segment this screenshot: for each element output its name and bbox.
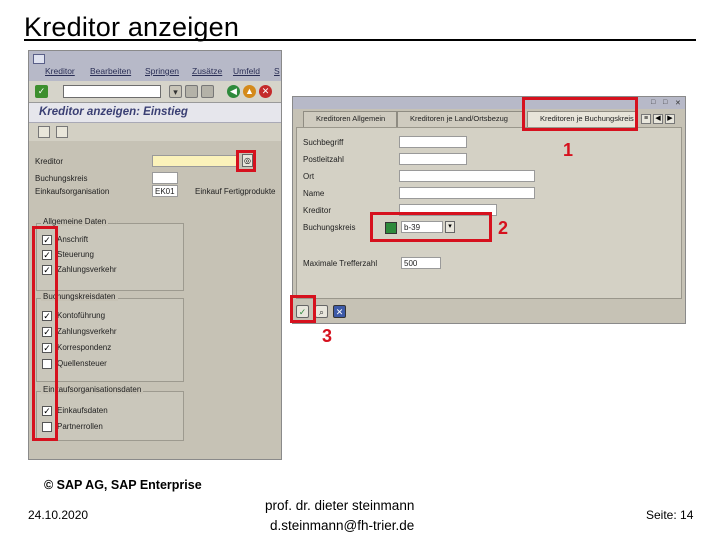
standard-toolbar: ✓ ▾ ◀ ▲ ✕	[29, 81, 281, 103]
ort-input[interactable]	[399, 170, 535, 182]
document-icon[interactable]	[56, 126, 68, 138]
multiple-selection-icon[interactable]: ⌕	[315, 305, 328, 318]
name-input[interactable]	[399, 187, 535, 199]
checkbox-label: Zahlungsverkehr	[57, 265, 117, 274]
marker-2: 2	[498, 218, 509, 238]
screen-title: Kreditor anzeigen: Einstieg	[39, 106, 188, 118]
menu-zusaetze[interactable]: Zusätze	[192, 66, 222, 76]
checkbox-label: Anschrift	[57, 235, 89, 244]
einkaufsorg-label: Einkaufsorganisation	[35, 187, 110, 196]
kreditor-label: Kreditor	[35, 157, 64, 166]
checkbox-label: Partnerrollen	[57, 422, 103, 431]
buchungskreis-input[interactable]	[152, 172, 178, 184]
highlight-box-tab	[522, 97, 638, 131]
checkbox-label: Quellensteuer	[57, 359, 107, 368]
menu-springen[interactable]: Springen	[145, 66, 179, 76]
tab-prev-icon[interactable]: ◀	[653, 114, 663, 124]
command-field[interactable]	[63, 85, 161, 98]
tab-kreditoren-allgemein[interactable]: Kreditoren Allgemein	[303, 111, 397, 127]
group-einkaufsorgdaten: Einkaufsorganisationsdaten ✓ Einkaufsdat…	[36, 385, 184, 441]
footer-author: prof. dr. dieter steinmann	[265, 498, 415, 513]
cancel-icon[interactable]: ✕	[259, 85, 272, 98]
vendor-display-initial-window: Kreditor Bearbeiten Springen Zusätze Umf…	[28, 50, 282, 460]
kreditor-input[interactable]	[152, 155, 238, 167]
highlight-box-confirm	[290, 295, 316, 323]
dropdown-icon[interactable]: ▾	[169, 85, 182, 98]
hierarchy-icon[interactable]	[38, 126, 50, 138]
title-rule	[24, 39, 696, 41]
menu-system[interactable]: S	[274, 66, 280, 76]
name-label: Name	[303, 189, 325, 198]
checkbox-label: Einkaufsdaten	[57, 406, 108, 415]
tab-next-icon[interactable]: ▶	[665, 114, 675, 124]
tab-list-icon[interactable]: ≡	[641, 114, 651, 124]
sap-window-icon[interactable]	[33, 54, 45, 64]
minimize-icon[interactable]: □	[651, 99, 655, 106]
menu-bearbeiten[interactable]: Bearbeiten	[90, 66, 131, 76]
checkbox-label: Kontoführung	[57, 311, 106, 320]
back-icon[interactable]: ◀	[227, 85, 240, 98]
checkbox-label: Zahlungsverkehr	[57, 327, 117, 336]
checkbox-label: Steuerung	[57, 250, 94, 259]
copyright-note: © SAP AG, SAP Enterprise	[44, 478, 202, 492]
save-icon[interactable]	[185, 85, 198, 98]
maximize-icon[interactable]: □	[663, 99, 667, 106]
footer-page: Seite: 14	[646, 508, 694, 522]
screen-header: Kreditor anzeigen: Einstieg	[29, 103, 281, 123]
marker-1: 1	[563, 140, 574, 160]
marker-3: 3	[322, 326, 333, 346]
cancel-dialog-icon[interactable]: ✕	[333, 305, 346, 318]
print-icon[interactable]	[201, 85, 214, 98]
application-toolbar	[29, 123, 281, 141]
group-buchungskreisdaten: Buchungskreisdaten ✓ Kontoführung ✓ Zahl…	[36, 292, 184, 382]
einkaufsorg-description: Einkauf Fertigprodukte	[195, 187, 276, 196]
menu-bar: Kreditor Bearbeiten Springen Zusätze Umf…	[29, 51, 281, 81]
highlight-box-search-help	[236, 150, 256, 172]
suchbegriff-input[interactable]	[399, 136, 467, 148]
ort-label: Ort	[303, 172, 315, 181]
highlight-box-buchungskreis	[370, 212, 492, 242]
group-allgemeine-daten: Allgemeine Daten ✓ Anschrift ✓ Steuerung…	[36, 217, 184, 291]
group-title: Allgemeine Daten	[41, 217, 109, 226]
footer-date: 24.10.2020	[28, 508, 89, 522]
postleitzahl-label: Postleitzahl	[303, 155, 344, 164]
menu-umfeld[interactable]: Umfeld	[233, 66, 260, 76]
dialog-button-bar: ✓ ⌕ ✕	[293, 299, 685, 323]
checkbox-label: Korrespondenz	[57, 343, 112, 352]
footer-email: d.steinmann@fh-trier.de	[270, 518, 415, 533]
suchbegriff-label: Suchbegriff	[303, 138, 344, 147]
max-treffer-label: Maximale Trefferzahl	[303, 259, 378, 268]
kreditor-search-label: Kreditor	[303, 206, 332, 215]
close-icon[interactable]: ✕	[675, 99, 681, 107]
buchungskreis-search-label: Buchungskreis	[303, 223, 356, 232]
menu-kreditor[interactable]: Kreditor	[45, 66, 75, 76]
postleitzahl-input[interactable]	[399, 153, 467, 165]
buchungskreis-label: Buchungskreis	[35, 174, 88, 183]
tab-kreditoren-land[interactable]: Kreditoren je Land/Ortsbezug	[397, 111, 525, 127]
highlight-box-checkboxes	[32, 226, 58, 441]
enter-check-icon[interactable]: ✓	[35, 85, 48, 98]
max-treffer-input[interactable]: 500	[401, 257, 441, 269]
exit-icon[interactable]: ▲	[243, 85, 256, 98]
einkaufsorg-input[interactable]: EK01	[152, 185, 178, 197]
